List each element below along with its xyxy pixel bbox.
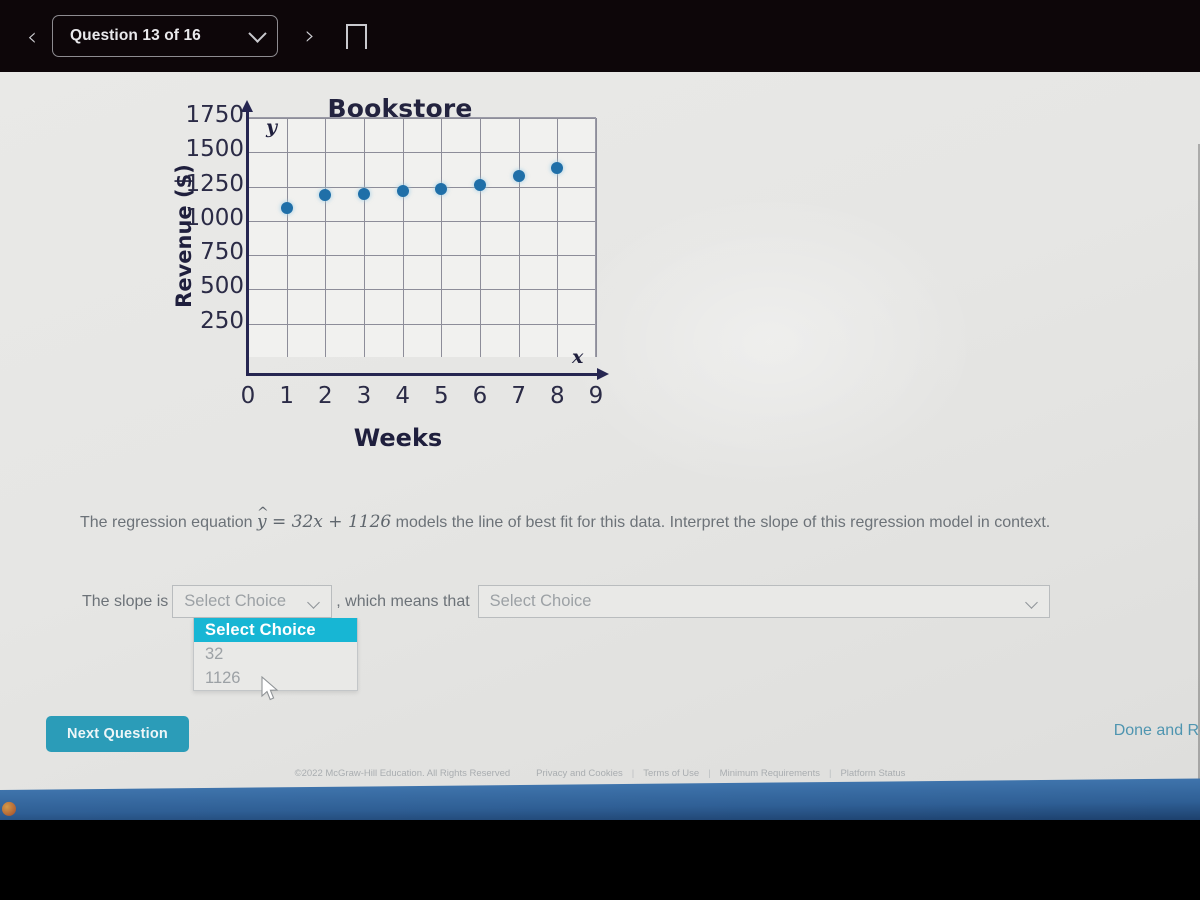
x-tick-label: 0 <box>240 383 256 409</box>
answer-row: The slope is Select Choice , which means… <box>82 585 1050 618</box>
screen-photo: ‹ Question 13 of 16 › Bookstore Revenue … <box>0 0 1200 900</box>
chart-plot-area <box>248 117 597 357</box>
gridline-horizontal <box>248 152 595 154</box>
y-tick-label: 1250 <box>185 170 244 197</box>
gridline-vertical <box>480 118 481 357</box>
gridline-vertical <box>286 118 288 357</box>
gridline-horizontal <box>248 323 595 325</box>
x-tick-label: 7 <box>511 383 526 409</box>
footer-link[interactable]: Privacy and Cookies <box>536 768 623 779</box>
x-tick-label: 8 <box>550 383 565 409</box>
answer-lead-text: The slope is <box>82 592 169 610</box>
y-tick-label: 250 <box>200 307 244 334</box>
question-selector[interactable]: Question 13 of 16 <box>52 15 278 57</box>
footer-copyright: ©2022 McGraw-Hill Education. All Rights … <box>294 768 511 779</box>
gridline-horizontal <box>248 186 595 188</box>
footer-divider: | <box>631 768 635 779</box>
x-tick-label: 1 <box>279 383 294 409</box>
chart-data-point <box>358 187 370 200</box>
monitor-bezel <box>0 820 1200 900</box>
chevron-down-icon[interactable] <box>248 23 267 43</box>
chart-data-point <box>396 185 409 198</box>
chart-data-point <box>280 201 293 214</box>
y-tick-label: 500 <box>200 273 244 300</box>
app-topbar: ‹ Question 13 of 16 › <box>0 0 1200 72</box>
chart-data-point <box>474 178 486 191</box>
x-tick-label: 5 <box>434 383 449 409</box>
chevron-down-icon[interactable] <box>307 596 321 609</box>
equation-rest: = 32x + 1126 <box>272 512 392 532</box>
meaning-select-value: Select Choice <box>489 592 592 610</box>
gridline-horizontal <box>248 220 595 222</box>
chevron-left-icon[interactable]: ‹ <box>18 24 46 49</box>
x-tick-label: 9 <box>588 383 604 409</box>
chart-x-axis-label: Weeks <box>353 424 443 452</box>
gridline-vertical <box>402 118 404 357</box>
answer-middle-text: , which means that <box>336 592 470 610</box>
y-tick-label: 1000 <box>185 204 244 231</box>
footer-links: Privacy and Cookies | Terms of Use | Minimum… <box>536 768 905 779</box>
gridline-vertical <box>325 118 327 357</box>
gridline-vertical <box>441 118 443 357</box>
chevron-down-icon[interactable] <box>1024 596 1038 609</box>
chart-y-axis <box>240 100 254 376</box>
x-tick-label: 6 <box>472 383 488 409</box>
question-text-before: The regression equation <box>80 514 253 531</box>
gridline-vertical <box>596 118 597 357</box>
slope-select-dropdown[interactable]: Select Choice 32 1126 <box>193 618 358 691</box>
start-orb-icon[interactable] <box>2 801 16 816</box>
footer-link[interactable]: Platform Status <box>840 768 905 779</box>
chevron-right-icon[interactable]: › <box>296 23 324 49</box>
dropdown-option[interactable]: 32 <box>194 642 357 666</box>
slope-select-value: Select Choice <box>184 592 287 610</box>
done-and-review-link[interactable]: Done and Rev <box>1114 722 1200 740</box>
gridline-vertical <box>518 118 520 357</box>
question-counter-label: Question 13 of 16 <box>70 27 201 44</box>
gridline-vertical <box>557 118 559 357</box>
question-page: Bookstore Revenue ($) Weeks y x 250 500 75… <box>0 72 1200 862</box>
dropdown-option[interactable]: Select Choice <box>194 618 357 642</box>
question-text-after: models the line of best fit for this dat… <box>395 514 1051 531</box>
footer-divider: | <box>708 768 711 779</box>
y-hat-symbol: y <box>257 498 267 537</box>
gridline-horizontal <box>248 255 595 257</box>
x-tick-label: 3 <box>356 383 372 409</box>
chart-x-axis <box>246 367 609 381</box>
x-axis-letter: x <box>572 346 584 368</box>
chart-data-point <box>512 169 525 182</box>
dropdown-option[interactable]: 1126 <box>194 666 357 690</box>
footer-divider: | <box>828 768 832 779</box>
x-tick-label: 2 <box>318 383 333 409</box>
y-tick-label: 750 <box>200 239 244 266</box>
y-tick-label: 1750 <box>185 102 244 128</box>
footer-link[interactable]: Minimum Requirements <box>720 768 820 779</box>
gridline-horizontal <box>248 118 595 119</box>
gridline-horizontal <box>248 289 595 291</box>
footer-link[interactable]: Terms of Use <box>643 768 699 779</box>
y-tick-label: 1500 <box>185 136 244 163</box>
next-question-button[interactable]: Next Question <box>46 716 189 752</box>
page-footer: ©2022 McGraw-Hill Education. All Rights … <box>0 768 1200 779</box>
meaning-select[interactable]: Select Choice <box>477 585 1050 618</box>
x-tick-label: 4 <box>395 383 410 409</box>
question-text: The regression equation y = 32x + 1126 m… <box>80 498 1090 538</box>
y-axis-letter: y <box>266 116 278 138</box>
regression-equation: y = 32x + 1126 <box>257 498 392 532</box>
slope-select[interactable]: Select Choice <box>172 585 333 618</box>
bookstore-scatter-chart: Bookstore Revenue ($) Weeks y x 250 500 75… <box>120 94 640 494</box>
gridline-vertical <box>364 118 365 357</box>
bookmark-icon[interactable] <box>346 23 367 60</box>
